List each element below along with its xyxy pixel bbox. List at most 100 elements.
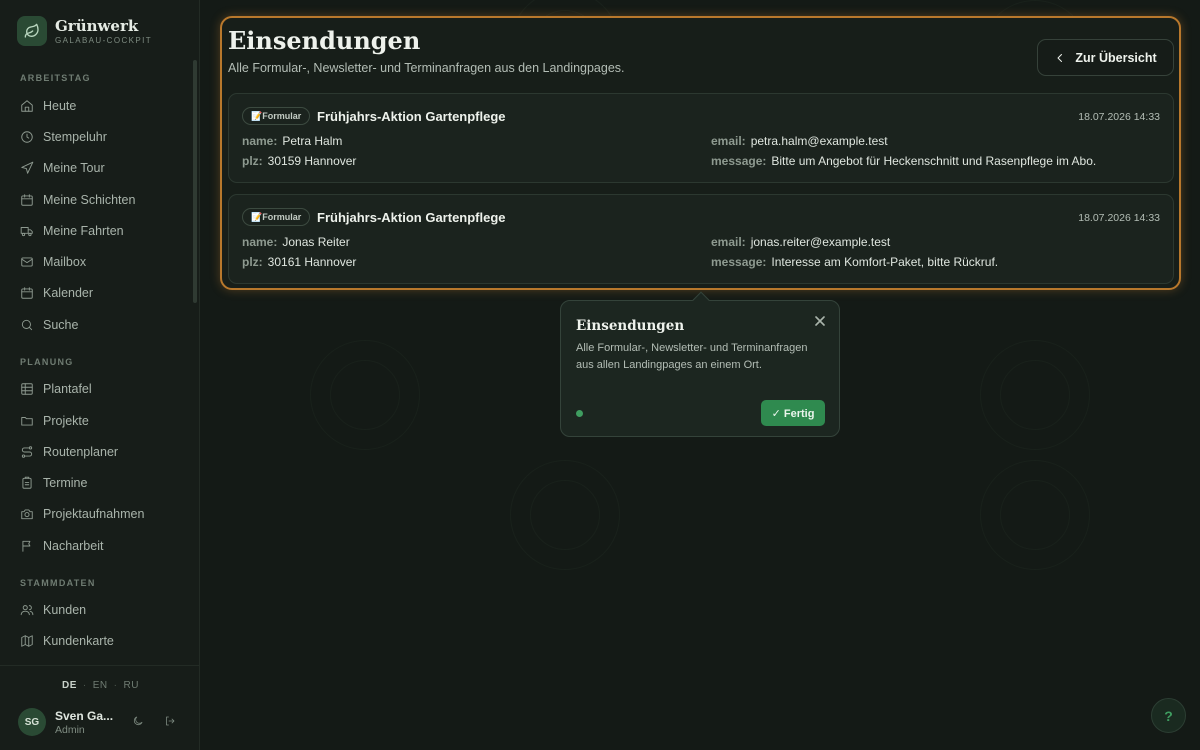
sidebar-item-label: Stempeluhr — [43, 130, 107, 144]
form-type-badge: 📝Formular — [242, 208, 311, 226]
field-email: email: jonas.reiter@example.test — [711, 235, 891, 249]
close-icon — [815, 316, 825, 326]
field-email: email: petra.halm@example.test — [711, 134, 888, 148]
sidebar-item-label: Heute — [43, 99, 77, 113]
sidebar-item-label: Meine Tour — [43, 161, 105, 175]
calendar-icon — [21, 194, 33, 206]
sidebar-item-label: Meine Fahrten — [43, 224, 124, 238]
home-icon — [21, 100, 33, 112]
sidebar-item-routenplaner[interactable]: Routenplaner — [20, 443, 118, 461]
sidebar-item-label: Termine — [43, 476, 88, 490]
step-indicator-dot — [576, 410, 583, 417]
field-message: message: Interesse am Komfort-Paket, bitt… — [711, 255, 999, 269]
chevron-left-icon — [1057, 53, 1063, 62]
navigation-icon — [21, 161, 34, 174]
clock-icon — [21, 131, 33, 143]
popover-text: Alle Formular-, Newsletter- und Terminan… — [576, 342, 808, 371]
language-de[interactable]: DE — [62, 680, 77, 691]
brand-subtitle: GALABAU-COCKPIT — [55, 35, 153, 45]
help-button[interactable]: ? — [1151, 698, 1186, 733]
sidebar-item-meine-schichten[interactable]: Meine Schichten — [20, 191, 135, 209]
field-plz: plz: 30161 Hannover — [242, 255, 357, 269]
sidebar-item-projekte[interactable]: Projekte — [20, 412, 89, 430]
sidebar: Grünwerk GALABAU-COCKPIT ARBEITSTAG Heut… — [0, 0, 200, 750]
grid-icon — [21, 383, 33, 395]
sidebar-item-meine-tour[interactable]: Meine Tour — [20, 159, 105, 177]
popover-arrow — [692, 291, 710, 309]
sidebar-item-label: Suche — [43, 318, 79, 332]
avatar: SG — [18, 708, 46, 736]
field-plz: plz: 30159 Hannover — [242, 154, 357, 168]
users-icon — [20, 605, 34, 616]
sidebar-item-termine[interactable]: Termine — [20, 474, 87, 492]
sidebar-item-label: Projektaufnahmen — [43, 507, 145, 521]
flag-icon — [22, 540, 31, 552]
brand[interactable]: Grünwerk GALABAU-COCKPIT — [17, 16, 152, 46]
sidebar-item-mailbox[interactable]: Mailbox — [20, 253, 86, 271]
logout-button[interactable] — [164, 714, 180, 730]
field-name: name: Petra Halm — [242, 134, 343, 148]
sidebar-item-stempeluhr[interactable]: Stempeluhr — [20, 128, 107, 146]
sidebar-item-kunden[interactable]: Kunden — [20, 601, 86, 619]
section-label-arbeitstag: ARBEITSTAG — [20, 73, 91, 83]
sidebar-item-kundenkarte[interactable]: Kundenkarte — [20, 632, 114, 650]
sidebar-item-label: Meine Schichten — [43, 193, 136, 207]
sidebar-item-projektaufnahmen[interactable]: Projektaufnahmen — [20, 505, 144, 523]
form-type-badge: 📝Formular — [242, 107, 311, 125]
field-message: message: Bitte um Angebot für Heckenschni… — [711, 154, 1097, 168]
search-icon — [21, 319, 33, 331]
back-button-label: Zur Übersicht — [1075, 50, 1157, 65]
user-role: Admin — [55, 723, 85, 736]
submission-title: Frühjahrs-Aktion Gartenpflege — [317, 109, 506, 124]
sidebar-footer: DE · EN · RU SG Sven Ga... Admin — [0, 665, 199, 750]
submission-card[interactable]: 📝Formular Frühjahrs-Aktion Gartenpflege … — [228, 93, 1174, 183]
sidebar-item-label: Nacharbeit — [43, 539, 104, 553]
language-ru[interactable]: RU — [124, 680, 139, 691]
field-name: name: Jonas Reiter — [242, 235, 350, 249]
submission-timestamp: 18.07.2026 14:33 — [1078, 212, 1160, 224]
sidebar-item-label: Kundenkarte — [43, 634, 114, 648]
section-label-planung: PLANUNG — [20, 357, 74, 367]
truck-icon — [20, 227, 33, 237]
leaf-icon — [17, 16, 47, 46]
submissions-panel: Einsendungen Alle Formular-, Newsletter-… — [220, 16, 1181, 290]
sidebar-item-meine-fahrten[interactable]: Meine Fahrten — [20, 222, 124, 240]
route-icon — [21, 446, 33, 458]
submission-title: Frühjahrs-Aktion Gartenpflege — [317, 210, 506, 225]
sidebar-item-label: Routenplaner — [43, 445, 119, 459]
sidebar-item-label: Kunden — [43, 603, 87, 617]
sidebar-item-label: Projekte — [43, 414, 89, 428]
user-name: Sven Ga... — [55, 708, 114, 723]
popover-title: Einsendungen — [576, 318, 685, 334]
sidebar-item-suche[interactable]: Suche — [20, 316, 78, 334]
sidebar-item-plantafel[interactable]: Plantafel — [20, 380, 92, 398]
sidebar-item-label: Mailbox — [43, 255, 87, 269]
done-button[interactable]: ✓ Fertig — [761, 400, 825, 426]
back-to-overview-button[interactable]: Zur Übersicht — [1037, 39, 1174, 76]
map-icon — [21, 635, 33, 647]
folder-icon — [21, 417, 33, 426]
sidebar-item-heute[interactable]: Heute — [20, 97, 76, 115]
moon-icon — [133, 716, 143, 726]
submission-card[interactable]: 📝Formular Frühjahrs-Aktion Gartenpflege … — [228, 194, 1174, 284]
language-en[interactable]: EN — [93, 680, 108, 691]
sidebar-item-label: Kalender — [43, 286, 94, 300]
camera-icon — [21, 509, 33, 520]
sidebar-scrollbar[interactable] — [193, 60, 197, 303]
close-popover-button[interactable] — [815, 313, 829, 327]
submission-timestamp: 18.07.2026 14:33 — [1078, 111, 1160, 123]
section-label-stammdaten: STAMMDATEN — [20, 578, 96, 588]
brand-name: Grünwerk — [55, 16, 139, 35]
mail-icon — [21, 257, 33, 267]
sidebar-item-nacharbeit[interactable]: Nacharbeit — [20, 537, 103, 555]
sidebar-item-kalender[interactable]: Kalender — [20, 284, 93, 302]
language-switcher: DE · EN · RU — [62, 680, 139, 691]
page-subtitle: Alle Formular-, Newsletter- und Terminan… — [228, 61, 625, 75]
clipboard-icon — [22, 476, 32, 489]
user-profile[interactable]: SG Sven Ga... Admin — [18, 708, 113, 736]
logout-icon — [166, 716, 175, 726]
calendar-icon — [21, 287, 33, 299]
tour-popover: Einsendungen Alle Formular-, Newsletter-… — [560, 291, 840, 437]
theme-toggle-button[interactable] — [132, 714, 148, 730]
sidebar-item-label: Plantafel — [43, 382, 92, 396]
